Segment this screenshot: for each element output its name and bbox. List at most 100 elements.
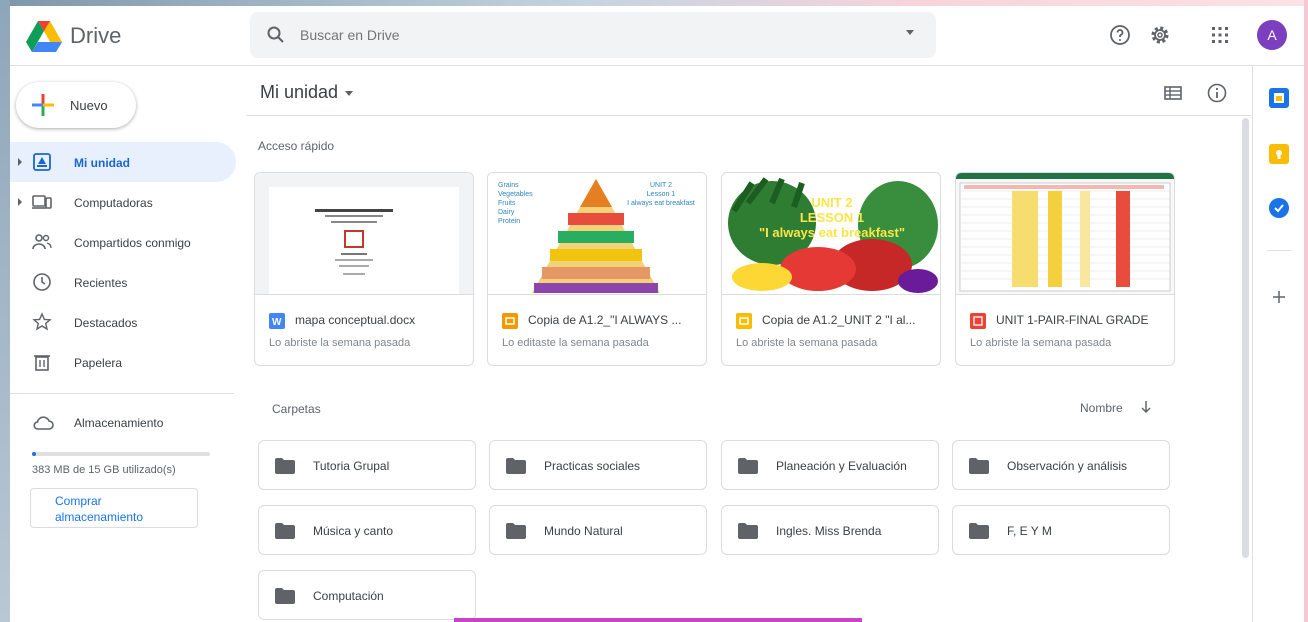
storage-label[interactable]: Almacenamiento — [74, 416, 163, 430]
top-bar: Drive A — [10, 6, 1304, 66]
info-icon[interactable] — [1206, 82, 1228, 104]
folder-item[interactable]: Ingles. Miss Brenda — [721, 505, 939, 555]
quick-access-card[interactable]: W mapa conceptual.docx Lo abriste la sem… — [254, 172, 474, 366]
sort-button[interactable]: Nombre — [1080, 401, 1123, 415]
folder-name: F, E Y M — [1007, 524, 1052, 538]
storage-bar — [32, 452, 210, 456]
sidebar-item-trash[interactable]: Papelera — [10, 342, 236, 382]
main-scrollbar[interactable] — [1242, 118, 1249, 558]
slide-caption-line: UNIT 2 — [811, 195, 853, 210]
slide-caption-line: Lesson 1 — [646, 191, 676, 198]
new-button[interactable]: Nuevo — [16, 82, 136, 128]
folder-name: Planeación y Evaluación — [776, 459, 907, 473]
list-view-icon[interactable] — [1162, 82, 1184, 104]
folder-item[interactable]: Música y canto — [258, 505, 476, 555]
slide-caption: UNIT 2 Lesson 1 I always eat breakfast — [618, 181, 704, 208]
window-left-edge — [0, 0, 10, 622]
storage-bar-fill — [32, 452, 37, 456]
folder-item[interactable]: Tutoria Grupal — [258, 440, 476, 490]
folder-name: Tutoria Grupal — [313, 459, 390, 473]
folder-item[interactable]: Computación — [258, 570, 476, 620]
drive-logo-icon[interactable] — [26, 20, 62, 52]
sidebar-item-computers[interactable]: Computadoras — [10, 182, 236, 222]
search-icon[interactable] — [266, 25, 286, 45]
sidebar-item-label: Papelera — [74, 356, 123, 370]
search-options-icon[interactable] — [906, 30, 914, 35]
folder-icon — [275, 458, 295, 474]
apps-icon[interactable] — [1208, 23, 1232, 47]
avatar[interactable]: A — [1257, 20, 1287, 50]
quick-access-card[interactable]: Grains Vegetables Fruits Dairy Protein U… — [487, 172, 707, 366]
folder-name: Practicas sociales — [544, 459, 641, 473]
quick-access-card[interactable]: UNIT 2 LESSON 1 "I always eat breakfast"… — [721, 172, 941, 366]
file-thumbnail — [255, 173, 473, 295]
trash-icon — [34, 355, 50, 371]
word-file-icon: W — [269, 313, 285, 329]
star-icon — [32, 312, 52, 331]
slide-caption-line: UNIT 2 — [649, 182, 673, 189]
calendar-icon[interactable] — [1269, 88, 1289, 108]
arrow-down-icon[interactable] — [1139, 400, 1153, 414]
settings-icon[interactable] — [1148, 23, 1172, 47]
file-name: UNIT 1-PAIR-FINAL GRADE — [996, 313, 1149, 327]
new-button-label: Nuevo — [70, 97, 108, 113]
pyramid-list-item: Grains — [498, 182, 519, 189]
file-activity: Lo editaste la semana pasada — [502, 337, 649, 349]
side-panel-divider — [1267, 250, 1291, 251]
buy-storage-button[interactable]: Comprar almacenamiento — [30, 488, 198, 528]
add-addon-icon[interactable] — [1272, 290, 1286, 304]
sidebar-divider — [10, 393, 234, 394]
folder-item[interactable]: Practicas sociales — [489, 440, 707, 490]
folder-item[interactable]: Mundo Natural — [489, 505, 707, 555]
sidebar-item-label: Recientes — [74, 276, 128, 290]
document-preview-image — [269, 187, 459, 294]
shared-icon — [32, 234, 52, 250]
search-bar[interactable] — [250, 12, 936, 58]
help-icon[interactable] — [1108, 23, 1132, 47]
folder-item[interactable]: Planeación y Evaluación — [721, 440, 939, 490]
folder-item[interactable]: F, E Y M — [952, 505, 1170, 555]
file-activity: Lo abriste la semana pasada — [269, 337, 411, 349]
sidebar-item-recent[interactable]: Recientes — [10, 262, 236, 302]
expand-arrow-icon[interactable] — [18, 198, 22, 206]
sidebar-item-shared[interactable]: Compartidos conmigo — [10, 222, 236, 262]
file-info: Copia de A1.2_"I ALWAYS ... Lo editaste … — [488, 295, 706, 365]
pyramid-list-item: Protein — [498, 218, 521, 225]
expand-arrow-icon[interactable] — [18, 158, 22, 166]
sidebar-item-label: Mi unidad — [74, 156, 130, 170]
quick-access-card[interactable]: UNIT 1-PAIR-FINAL GRADE Lo abriste la se… — [955, 172, 1175, 366]
sidebar-item-label: Destacados — [74, 316, 138, 330]
brand-name[interactable]: Drive — [70, 23, 121, 49]
slide-caption-line: I always eat breakfast — [627, 200, 695, 207]
computers-icon — [32, 195, 52, 209]
folder-icon — [275, 588, 295, 604]
spreadsheet-preview-image — [956, 173, 1174, 292]
search-input[interactable] — [300, 27, 880, 43]
plus-icon — [32, 94, 54, 116]
slides-file-icon — [736, 313, 752, 329]
folder-name: Mundo Natural — [544, 524, 623, 538]
pyramid-list-item: Dairy — [498, 209, 515, 216]
folder-name: Ingles. Miss Brenda — [776, 524, 882, 538]
keep-icon[interactable] — [1269, 144, 1289, 164]
folder-icon — [506, 523, 526, 539]
sidebar-item-starred[interactable]: Destacados — [10, 302, 236, 342]
main-content: Mi unidad Acceso rápido W mapa conceptua… — [246, 66, 1251, 622]
slide-caption: UNIT 2 LESSON 1 "I always eat breakfast" — [742, 195, 922, 240]
folder-name: Música y canto — [313, 524, 394, 538]
my-drive-icon — [33, 153, 51, 171]
folder-name: Computación — [313, 589, 384, 603]
tasks-icon[interactable] — [1269, 198, 1289, 218]
quick-access-label: Acceso rápido — [258, 139, 335, 153]
page-title[interactable]: Mi unidad — [260, 82, 338, 103]
pyramid-list-item: Vegetables — [498, 191, 533, 198]
title-dropdown-icon[interactable] — [345, 91, 353, 96]
folder-item[interactable]: Observación y análisis — [952, 440, 1170, 490]
sidebar-item-my-drive[interactable]: Mi unidad — [10, 142, 236, 182]
slides-file-icon — [502, 313, 518, 329]
pyramid-list-item: Fruits — [498, 200, 516, 207]
main-toolbar: Mi unidad — [246, 66, 1251, 116]
buy-storage-label-line2: almacenamiento — [55, 510, 144, 524]
file-info: Copia de A1.2_UNIT 2 "I al... Lo abriste… — [722, 295, 940, 365]
file-thumbnail: Grains Vegetables Fruits Dairy Protein U… — [488, 173, 706, 295]
